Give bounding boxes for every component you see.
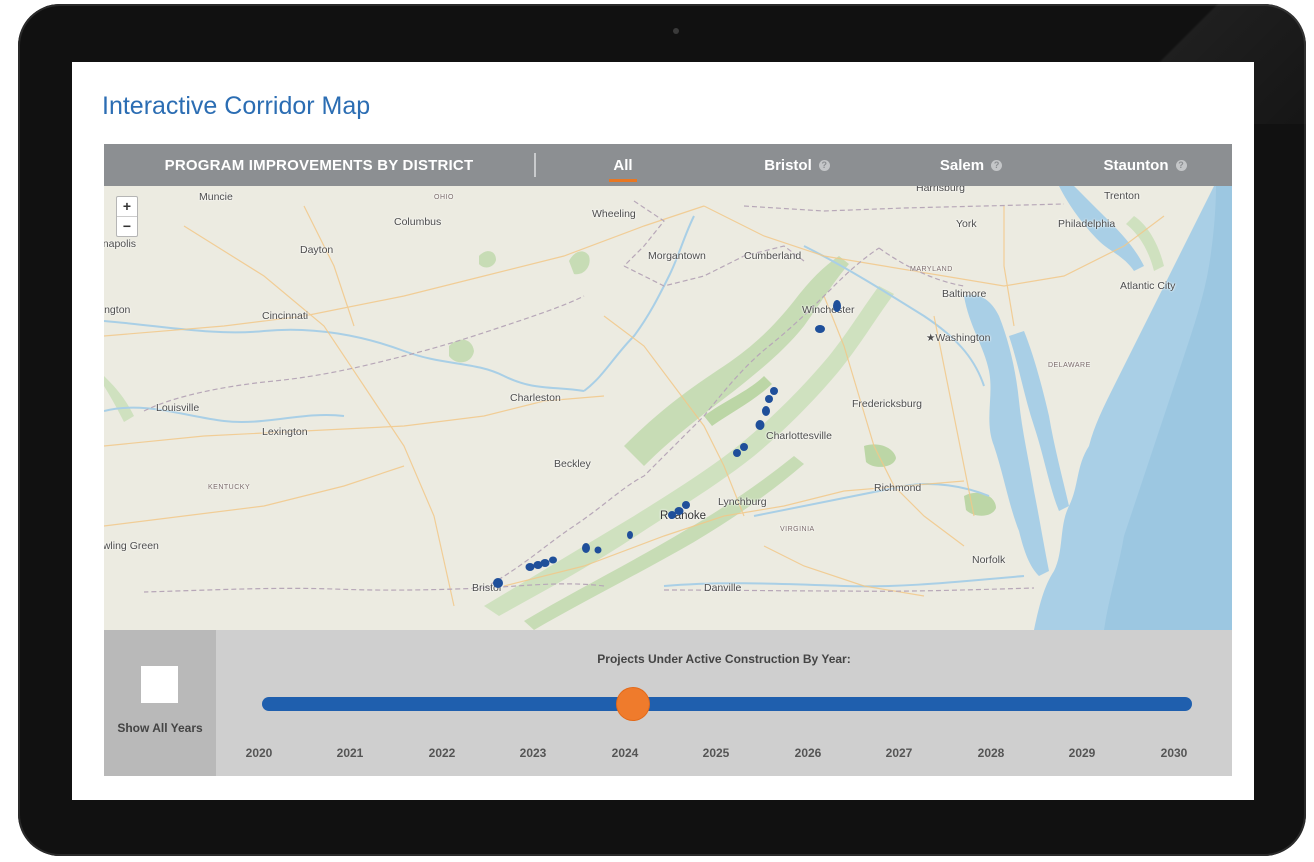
help-icon[interactable]: ? <box>1175 159 1187 171</box>
tab-salem[interactable]: Salem ? <box>884 157 1058 174</box>
project-marker <box>525 563 535 571</box>
year-tick: 2028 <box>977 746 1005 760</box>
year-slider-track[interactable] <box>262 697 1192 711</box>
project-marker <box>833 300 841 312</box>
year-slider-thumb[interactable] <box>617 688 649 720</box>
tab-all-label: All <box>613 156 633 174</box>
project-markers[interactable] <box>104 186 1232 630</box>
project-marker <box>674 507 684 515</box>
project-marker <box>540 559 550 567</box>
nav-heading: PROGRAM IMPROVEMENTS BY DISTRICT <box>164 156 474 174</box>
tab-bristol-label: Bristol <box>764 156 812 174</box>
timeline-title: Projects Under Active Construction By Ye… <box>597 652 851 666</box>
corridor-map[interactable]: Muncie OHIO Wheeling Harrisburg Trenton … <box>104 186 1232 630</box>
tab-staunton[interactable]: Staunton ? <box>1058 157 1232 174</box>
project-marker <box>627 531 633 539</box>
year-tick: 2024 <box>611 746 639 760</box>
project-marker <box>493 578 503 588</box>
project-marker <box>582 543 590 553</box>
year-tick: 2020 <box>245 746 273 760</box>
zoom-control: + − <box>116 196 138 237</box>
app-screen: Interactive Corridor Map PROGRAM IMPROVE… <box>72 62 1254 800</box>
year-tick: 2023 <box>519 746 547 760</box>
show-all-years-box: Show All Years <box>104 630 216 776</box>
project-marker <box>770 387 778 395</box>
project-marker <box>765 395 773 403</box>
year-tick: 2026 <box>794 746 822 760</box>
tab-staunton-label: Staunton <box>1103 156 1169 174</box>
year-tick: 2022 <box>428 746 456 760</box>
year-tick: 2029 <box>1068 746 1096 760</box>
project-marker <box>762 406 770 416</box>
project-marker <box>549 556 557 564</box>
project-marker <box>594 546 602 554</box>
project-marker <box>733 449 741 457</box>
zoom-in-button[interactable]: + <box>117 197 137 216</box>
help-icon[interactable]: ? <box>818 159 830 171</box>
year-tick: 2021 <box>336 746 364 760</box>
help-icon[interactable]: ? <box>991 159 1003 171</box>
timeline-panel: Show All Years Projects Under Active Con… <box>104 630 1232 776</box>
show-all-years-label: Show All Years <box>117 721 203 735</box>
project-marker <box>815 325 825 333</box>
year-tick: 2027 <box>885 746 913 760</box>
project-marker <box>682 501 690 509</box>
tab-bristol[interactable]: Bristol ? <box>710 157 884 174</box>
district-nav: PROGRAM IMPROVEMENTS BY DISTRICT All Bri… <box>104 144 1232 186</box>
page-title: Interactive Corridor Map <box>102 92 371 120</box>
camera-dot <box>673 28 679 34</box>
tab-salem-label: Salem <box>939 156 985 174</box>
zoom-out-button[interactable]: − <box>117 216 137 236</box>
show-all-years-checkbox[interactable] <box>141 666 178 703</box>
project-marker <box>740 443 748 451</box>
year-tick: 2025 <box>702 746 730 760</box>
project-marker <box>755 420 765 430</box>
year-tick: 2030 <box>1160 746 1188 760</box>
tab-all[interactable]: All <box>536 157 710 174</box>
